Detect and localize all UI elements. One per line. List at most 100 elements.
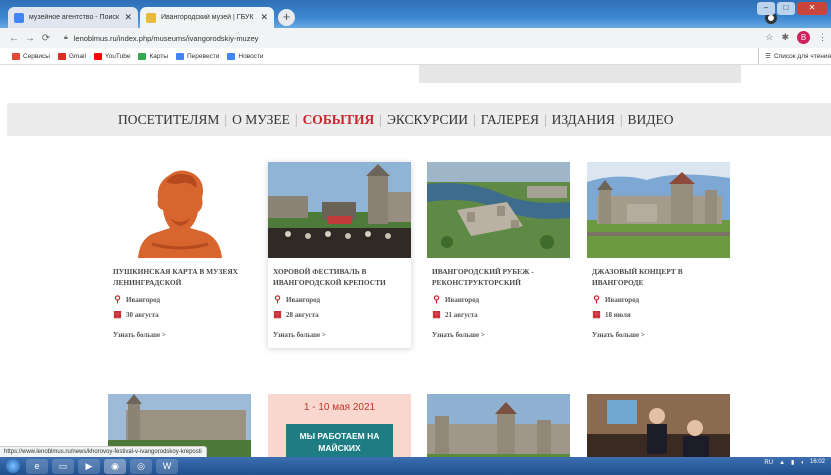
- calendar-icon: ▦: [432, 309, 441, 319]
- event-date: ▦ 21 августа: [432, 309, 478, 319]
- window-controls: – □ ✕: [757, 2, 827, 15]
- event-card[interactable]: ДЖАЗОВЫЙ КОНЦЕРТ В ИВАНГОРОДЕ ⚲ Ивангород…: [587, 162, 730, 339]
- nav-item-about[interactable]: О МУЗЕЕ: [227, 112, 295, 128]
- event-title[interactable]: ПУШКИНСКАЯ КАРТА В МУЗЕЯХ ЛЕНИНГРАДСКОЙ: [113, 266, 246, 290]
- location-pin-icon: ⚲: [433, 294, 440, 304]
- header-banner-placeholder: [419, 65, 741, 83]
- event-location: ⚲ Ивангород: [114, 294, 160, 304]
- gmail-icon: [57, 52, 66, 60]
- file-explorer-icon[interactable]: ▭: [52, 458, 74, 474]
- event-date: ▦ 18 июля: [592, 309, 631, 319]
- tab-title: музейное агентство - Поиск в Г: [29, 14, 119, 21]
- extensions-icon[interactable]: ✱: [781, 32, 789, 43]
- bookmark-translate[interactable]: Перевести: [176, 52, 219, 60]
- address-bar: ← → ⟳ 🔒︎ lenoblmus.ru/index.php/museums/…: [0, 28, 831, 48]
- window-close-icon[interactable]: ✕: [797, 2, 827, 15]
- event-location: ⚲ Ивангород: [274, 294, 320, 304]
- location-pin-icon: ⚲: [114, 294, 121, 304]
- bookmark-news[interactable]: Новости: [227, 52, 264, 60]
- tray-arrow-icon[interactable]: ▲: [779, 460, 785, 466]
- nav-item-publications[interactable]: ИЗДАНИЯ: [547, 112, 620, 128]
- tab-museum[interactable]: Ивангородский музей | ГБУК Л ✕: [140, 7, 274, 28]
- event-image-pushkin-bust[interactable]: [108, 162, 251, 258]
- nav-item-visitors[interactable]: ПОСЕТИТЕЛЯМ: [113, 112, 224, 128]
- event-card[interactable]: ПУШКИНСКАЯ КАРТА В МУЗЕЯХ ЛЕНИНГРАДСКОЙ …: [108, 162, 251, 339]
- network-icon[interactable]: ▮: [791, 459, 794, 466]
- bookmark-services[interactable]: Сервисы: [12, 52, 50, 60]
- close-icon[interactable]: ✕: [260, 12, 268, 23]
- event-title[interactable]: ДЖАЗОВЫЙ КОНЦЕРТ В ИВАНГОРОДЕ: [592, 266, 725, 290]
- learn-more-link[interactable]: Узнать больше >: [432, 331, 565, 339]
- main-navigation: ПОСЕТИТЕЛЯМ | О МУЗЕЕ | СОБЫТИЯ | ЭКСКУР…: [7, 103, 831, 136]
- event-card[interactable]: ИВАНГОРОДСКИЙ РУБЕЖ - РЕКОНСТРУКТОРСКИЙ …: [427, 162, 570, 339]
- translate-icon: [176, 52, 184, 60]
- reload-icon[interactable]: ⟳: [38, 33, 54, 44]
- event-card[interactable]: [587, 394, 730, 457]
- minimize-icon[interactable]: –: [757, 2, 775, 15]
- event-image-conference[interactable]: [587, 394, 730, 457]
- news-icon: [227, 52, 236, 60]
- location-pin-icon: ⚲: [274, 294, 281, 304]
- more-menu-icon[interactable]: ⋮: [818, 32, 827, 43]
- back-arrow-icon[interactable]: ←: [6, 33, 22, 44]
- apps-grid-icon: [12, 52, 20, 60]
- tab-search[interactable]: музейное агентство - Поиск в Г ✕: [8, 7, 138, 28]
- bookmark-gmail[interactable]: Gmail: [57, 52, 86, 60]
- url-field[interactable]: lenoblmus.ru/index.php/museums/ivangorod…: [74, 34, 259, 43]
- event-title[interactable]: ХОРОВОЙ ФЕСТИВАЛЬ В ИВАНГОРОДСКОЙ КРЕПОС…: [273, 266, 406, 290]
- mail-icon[interactable]: ◎: [130, 458, 152, 474]
- event-image-choir-festival[interactable]: [268, 162, 411, 258]
- event-image-fortress-aerial[interactable]: [427, 162, 570, 258]
- nav-item-events[interactable]: СОБЫТИЯ: [298, 112, 380, 128]
- close-icon[interactable]: ✕: [124, 12, 132, 23]
- tab-title: Ивангородский музей | ГБУК Л: [161, 14, 256, 21]
- location-pin-icon: ⚲: [593, 294, 600, 304]
- forward-arrow-icon[interactable]: →: [22, 33, 38, 44]
- profile-avatar[interactable]: B: [797, 31, 810, 44]
- volume-icon[interactable]: ◖: [800, 460, 804, 466]
- google-favicon-icon: [14, 12, 24, 23]
- word-icon[interactable]: W: [156, 458, 178, 474]
- event-date: ▦ 28 августа: [273, 309, 319, 319]
- may-holidays-banner[interactable]: 1 - 10 мая 2021 МЫ РАБОТАЕМ НА МАЙСКИХ: [268, 394, 411, 457]
- nav-item-video[interactable]: ВИДЕО: [623, 112, 679, 128]
- clock[interactable]: 16:02: [810, 459, 825, 466]
- nav-item-gallery[interactable]: ГАЛЕРЕЯ: [476, 112, 544, 128]
- page-content: ПОСЕТИТЕЛЯМ | О МУЗЕЕ | СОБЫТИЯ | ЭКСКУР…: [0, 65, 831, 457]
- reading-list-icon: ☰: [765, 53, 771, 60]
- event-card[interactable]: [427, 394, 570, 457]
- bookmark-maps[interactable]: Карты: [138, 52, 168, 60]
- bookmarks-bar: Сервисы Gmail YouTube Карты Перевести Но…: [0, 48, 831, 65]
- event-image-fortress-panorama[interactable]: [587, 162, 730, 258]
- event-image-fortress-walls[interactable]: [427, 394, 570, 457]
- bookmark-star-icon[interactable]: ☆: [765, 32, 773, 43]
- learn-more-link[interactable]: Узнать больше >: [592, 331, 725, 339]
- learn-more-link[interactable]: Узнать больше >: [113, 331, 246, 339]
- banner-dates: 1 - 10 мая 2021: [303, 402, 376, 413]
- start-button-icon[interactable]: [6, 459, 20, 473]
- media-player-icon[interactable]: ▶: [78, 458, 100, 474]
- calendar-icon: ▦: [113, 309, 122, 319]
- maximize-icon[interactable]: □: [777, 2, 795, 15]
- youtube-icon: [93, 52, 102, 60]
- browser-tab-strip: музейное агентство - Поиск в Г ✕ Ивангор…: [0, 0, 831, 28]
- maps-icon: [138, 52, 147, 60]
- language-indicator[interactable]: RU: [764, 460, 773, 466]
- new-tab-button[interactable]: +: [278, 9, 295, 26]
- chrome-taskbar-icon[interactable]: ◉: [104, 458, 126, 474]
- museum-favicon-icon: [146, 12, 156, 23]
- event-location: ⚲ Ивангород: [593, 294, 639, 304]
- lock-icon[interactable]: 🔒︎: [64, 34, 68, 42]
- banner-message: МЫ РАБОТАЕМ НА МАЙСКИХ: [286, 424, 393, 457]
- nav-item-excursions[interactable]: ЭКСКУРСИИ: [382, 112, 473, 128]
- event-card[interactable]: ХОРОВОЙ ФЕСТИВАЛЬ В ИВАНГОРОДСКОЙ КРЕПОС…: [268, 162, 411, 348]
- event-location: ⚲ Ивангород: [433, 294, 479, 304]
- internet-explorer-icon[interactable]: e: [26, 458, 48, 474]
- reading-list-button[interactable]: ☰ Список для чтения: [758, 48, 831, 64]
- calendar-icon: ▦: [273, 309, 282, 319]
- event-date: ▦ 30 августа: [113, 309, 159, 319]
- bookmark-youtube[interactable]: YouTube: [93, 52, 130, 60]
- learn-more-link[interactable]: Узнать больше >: [273, 331, 406, 339]
- windows-taskbar: e ▭ ▶ ◉ ◎ W RU ▲ ▮ ◖ 16:02: [0, 457, 831, 475]
- event-title[interactable]: ИВАНГОРОДСКИЙ РУБЕЖ - РЕКОНСТРУКТОРСКИЙ: [432, 266, 565, 290]
